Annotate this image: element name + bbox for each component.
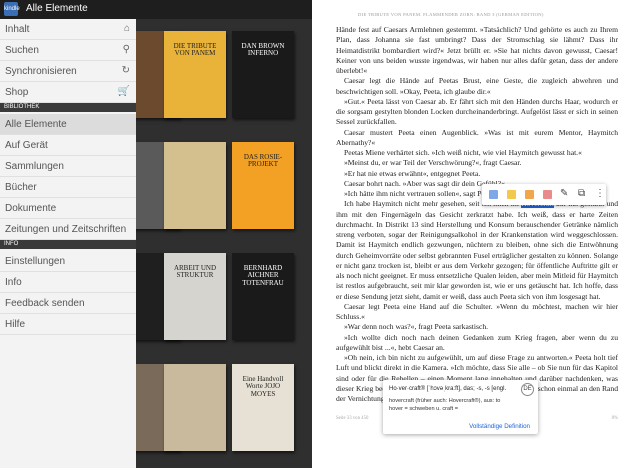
dictionary-definition: hovercraft (früher auch: Hovercraft®), a…	[389, 398, 501, 412]
dictionary-language-badge[interactable]: DE	[521, 383, 534, 396]
book-cover[interactable]	[164, 364, 226, 451]
menu-item-label: Auf Gerät	[5, 140, 48, 151]
book-cover[interactable]: DAN BROWN INFERNO	[232, 31, 294, 118]
menu-item-label: Alle Elemente	[5, 119, 67, 130]
menu-item-auf-geraet[interactable]: Auf Gerät	[0, 135, 136, 156]
paragraph: »Gut.« Peeta lässt von Caesar ab. Er fäh…	[336, 96, 618, 127]
sync-icon: ↻	[121, 65, 130, 76]
page-location: Seite 33 von 450	[336, 416, 369, 421]
book-cover[interactable]: Eine Handvoll Worte JOJO MOYES	[232, 364, 294, 451]
menu-item-sammlungen[interactable]: Sammlungen	[0, 156, 136, 177]
cart-icon: 🛒	[117, 86, 130, 97]
menu-item-alle-elemente[interactable]: Alle Elemente	[0, 114, 136, 135]
paragraph: »War denn noch was?«, fragt Peeta sarkas…	[344, 322, 489, 332]
more-icon[interactable]: ⋮	[595, 188, 605, 199]
running-head: DIE TRIBUTE VON PANEM. FLAMMENDER ZORN: …	[358, 12, 544, 17]
paragraph: Hände fest auf Caesars Armlehnen gestemm…	[336, 25, 618, 75]
book-cover[interactable]: DIE TRIBUTE VON PANEM	[164, 31, 226, 118]
book-shelf: DIE TRIBUTE VON PANEM DAN BROWN INFERNO DA…	[118, 19, 312, 468]
highlight-blue-button[interactable]	[489, 190, 498, 199]
reading-progress: 8%	[611, 416, 618, 421]
search-icon: ⚲	[122, 44, 130, 55]
menu-item-shop[interactable]: Shop 🛒	[0, 82, 136, 103]
dictionary-popup[interactable]: Ho·ver·craft® [ˈhɔvəˌkra:ft], das; -s, -…	[383, 380, 538, 434]
paragraph: »Meinst du, er war Teil der Verschwörung…	[344, 158, 522, 168]
library-pane: kindle Alle Elemente DIE TRIBUTE VON PAN…	[0, 0, 312, 468]
menu-item-suchen[interactable]: Suchen ⚲	[0, 40, 136, 61]
menu-item-inhalt[interactable]: Inhalt ⌂	[0, 19, 136, 40]
dictionary-headword: Ho·ver·craft® [ˈhɔvəˌkra:ft], das; -s, -…	[389, 386, 507, 392]
book-text[interactable]: Hände fest auf Caesars Armlehnen gestemm…	[336, 25, 618, 404]
menu-item-feedback[interactable]: Feedback senden	[0, 293, 136, 314]
paragraph: »Er hat nie etwas erwähnt«, entgegnet Pe…	[344, 168, 481, 178]
navigation-drawer: Inhalt ⌂ Suchen ⚲ Synchronisieren ↻ Shop…	[0, 19, 136, 468]
menu-item-label: Zeitungen und Zeitschriften	[5, 224, 127, 235]
menu-item-label: Sammlungen	[5, 161, 64, 172]
book-cover[interactable]: BERNHARD AICHNER TOTENFRAU	[232, 253, 294, 340]
menu-item-einstellungen[interactable]: Einstellungen	[0, 251, 136, 272]
book-cover-title: DAN BROWN INFERNO	[241, 42, 285, 58]
menu-item-synchronisieren[interactable]: Synchronisieren ↻	[0, 61, 136, 82]
paragraph-with-selection: Ich habe Haymitch nicht mehr gesehen, se…	[336, 199, 618, 302]
kindle-app-icon[interactable]: kindle	[4, 2, 20, 16]
home-icon: ⌂	[123, 23, 130, 34]
top-bar: kindle Alle Elemente	[0, 0, 312, 19]
book-cover-title: BERNHARD AICHNER TOTENFRAU	[242, 264, 284, 287]
copy-icon[interactable]: ⧉	[578, 188, 585, 199]
paragraph: »Ich wollte dich noch nach deinen Gedank…	[336, 332, 618, 352]
highlight-toolbar: ✎ ⧉ ⋮	[482, 184, 606, 205]
menu-item-zeitungen[interactable]: Zeitungen und Zeitschriften	[0, 219, 136, 240]
paragraph: Caesar mustert Peeta einen Augenblick. »…	[336, 127, 618, 147]
book-cover-title: Eine Handvoll Worte JOJO MOYES	[242, 375, 284, 398]
highlight-orange-button[interactable]	[525, 190, 534, 199]
menu-item-label: Suchen	[5, 45, 39, 56]
menu-item-buecher[interactable]: Bücher	[0, 177, 136, 198]
highlight-yellow-button[interactable]	[507, 190, 516, 199]
section-header-info: INFO	[0, 240, 136, 249]
paragraph: Caesar legt die Hände auf Peetas Brust, …	[336, 76, 618, 96]
menu-item-label: Info	[5, 277, 22, 288]
book-cover[interactable]: ARBEIT UND STRUKTUR	[164, 253, 226, 340]
full-definition-link[interactable]: Vollständige Definition	[469, 423, 530, 430]
section-header-bibliothek: BIBLIOTHEK	[0, 103, 136, 112]
book-cover-title: DAS ROSIE-PROJEKT	[243, 153, 283, 169]
menu-item-info[interactable]: Info	[0, 272, 136, 293]
menu-item-label: Feedback senden	[5, 298, 85, 309]
menu-item-label: Bücher	[5, 182, 37, 193]
highlight-pink-button[interactable]	[543, 190, 552, 199]
book-cover-title: DIE TRIBUTE VON PANEM	[173, 42, 217, 58]
menu-item-label: Dokumente	[5, 203, 57, 214]
paragraph-text: auf ihn gestürzt und ihm mit den Fingern…	[336, 199, 618, 301]
note-icon[interactable]: ✎	[560, 188, 568, 199]
menu-item-label: Shop	[5, 87, 29, 98]
app-title: Alle Elemente	[26, 3, 88, 14]
menu-item-label: Hilfe	[5, 319, 26, 330]
book-cover[interactable]: DAS ROSIE-PROJEKT	[232, 142, 294, 229]
menu-item-dokumente[interactable]: Dokumente	[0, 198, 136, 219]
menu-item-label: Einstellungen	[5, 256, 66, 267]
section-label: BIBLIOTHEK	[4, 104, 40, 110]
menu-item-label: Synchronisieren	[5, 66, 77, 77]
book-cover-title: ARBEIT UND STRUKTUR	[173, 264, 217, 280]
book-cover[interactable]	[164, 142, 226, 229]
section-label: INFO	[4, 241, 19, 247]
paragraph: Caesar legt Peeta eine Hand auf die Schu…	[336, 301, 618, 321]
paragraph: Peetas Miene verhärtet sich. »Ich weiß n…	[344, 148, 582, 157]
menu-item-label: Inhalt	[5, 24, 30, 35]
menu-item-hilfe[interactable]: Hilfe	[0, 314, 136, 335]
